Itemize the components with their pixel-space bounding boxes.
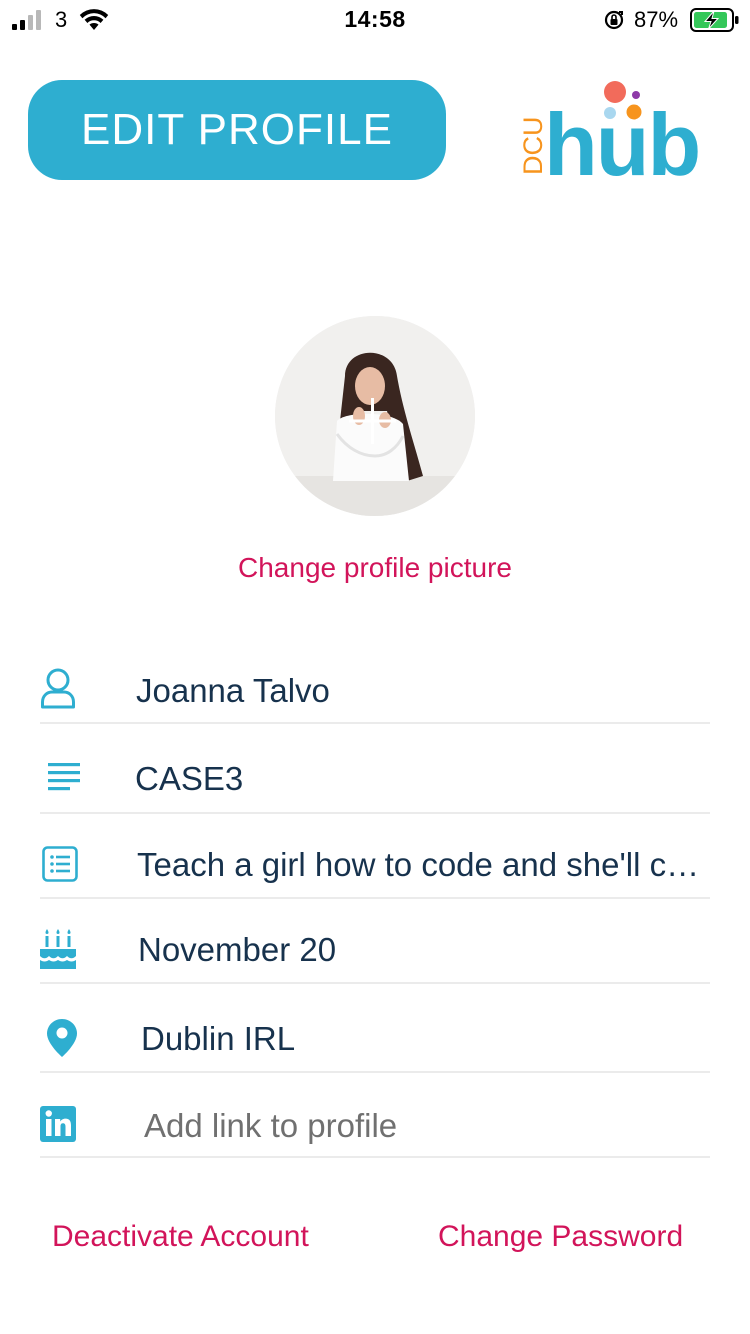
name-row[interactable]: Joanna Talvo	[40, 648, 710, 724]
birthday-row[interactable]: November 20	[40, 899, 710, 984]
name-field[interactable]: Joanna Talvo	[136, 672, 706, 710]
bio-field[interactable]: Teach a girl how to code and she'll chan…	[137, 846, 710, 884]
battery-charging-icon	[690, 8, 739, 32]
list-icon	[42, 846, 78, 882]
change-profile-picture-link[interactable]: Change profile picture	[0, 552, 750, 584]
location-row[interactable]: Dublin IRL	[40, 984, 710, 1073]
bio-row[interactable]: Teach a girl how to code and she'll chan…	[40, 814, 710, 899]
battery-percent: 87%	[634, 7, 679, 32]
dcu-hub-logo: DCU hub	[518, 81, 701, 182]
course-field[interactable]: CASE3	[135, 760, 705, 798]
edit-profile-title-button[interactable]: EDIT PROFILE	[28, 80, 446, 180]
change-password-link[interactable]: Change Password	[438, 1220, 683, 1254]
location-field[interactable]: Dublin IRL	[141, 1020, 706, 1058]
profile-picture[interactable]	[275, 316, 475, 516]
location-pin-icon	[47, 1019, 77, 1057]
user-icon	[40, 668, 76, 710]
profile-photo	[275, 316, 475, 516]
linkedin-icon	[40, 1106, 76, 1142]
deactivate-account-link[interactable]: Deactivate Account	[52, 1220, 309, 1254]
logo-word: hub	[544, 95, 699, 182]
course-row[interactable]: CASE3	[40, 724, 710, 814]
birthday-field[interactable]: November 20	[138, 931, 708, 969]
linkedin-field[interactable]: Add link to profile	[144, 1107, 706, 1145]
cake-icon	[40, 929, 76, 969]
orientation-lock-icon	[604, 10, 624, 30]
linkedin-row[interactable]: Add link to profile	[40, 1073, 710, 1158]
lines-icon	[48, 762, 80, 792]
edit-profile-screen: 3 14:58 87% EDIT PROFILE DCU hub Change …	[0, 0, 750, 1334]
status-bar: 3 14:58 87%	[0, 0, 750, 40]
edit-profile-label: EDIT PROFILE	[81, 105, 393, 154]
